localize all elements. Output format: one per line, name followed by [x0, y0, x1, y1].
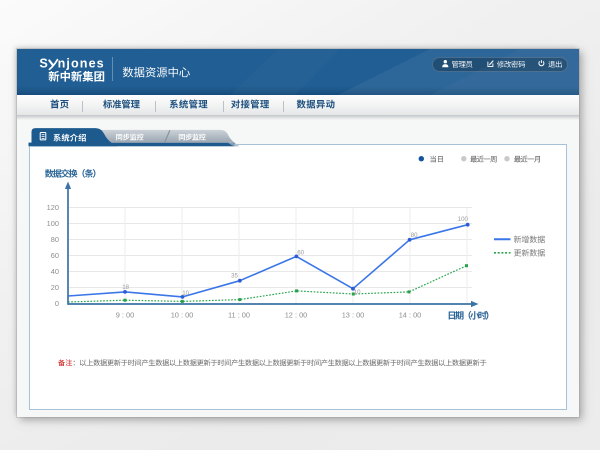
svg-text:35: 35 [231, 273, 238, 280]
svg-text:njones: njones [58, 56, 105, 70]
svg-text:13 : 00: 13 : 00 [342, 311, 365, 320]
svg-text:11 : 00: 11 : 00 [228, 311, 250, 320]
svg-text:S: S [39, 56, 47, 70]
svg-text:60: 60 [51, 251, 59, 260]
svg-text:10 : 00: 10 : 00 [171, 311, 194, 320]
svg-text:100: 100 [458, 216, 469, 223]
svg-text:20: 20 [51, 283, 59, 292]
svg-text:9 : 00: 9 : 00 [116, 311, 135, 320]
svg-text:0: 0 [55, 299, 59, 308]
svg-text:18: 18 [122, 284, 129, 291]
svg-text:10: 10 [182, 290, 189, 297]
svg-text:14 : 00: 14 : 00 [399, 311, 422, 320]
svg-text:80: 80 [51, 235, 59, 244]
svg-text:12 : 00: 12 : 00 [285, 311, 308, 320]
svg-text:80: 80 [411, 232, 418, 239]
svg-text:60: 60 [297, 250, 304, 257]
svg-text:40: 40 [51, 267, 59, 276]
svg-text:10: 10 [354, 289, 361, 296]
svg-text:100: 100 [47, 219, 59, 228]
svg-text:120: 120 [47, 203, 59, 212]
